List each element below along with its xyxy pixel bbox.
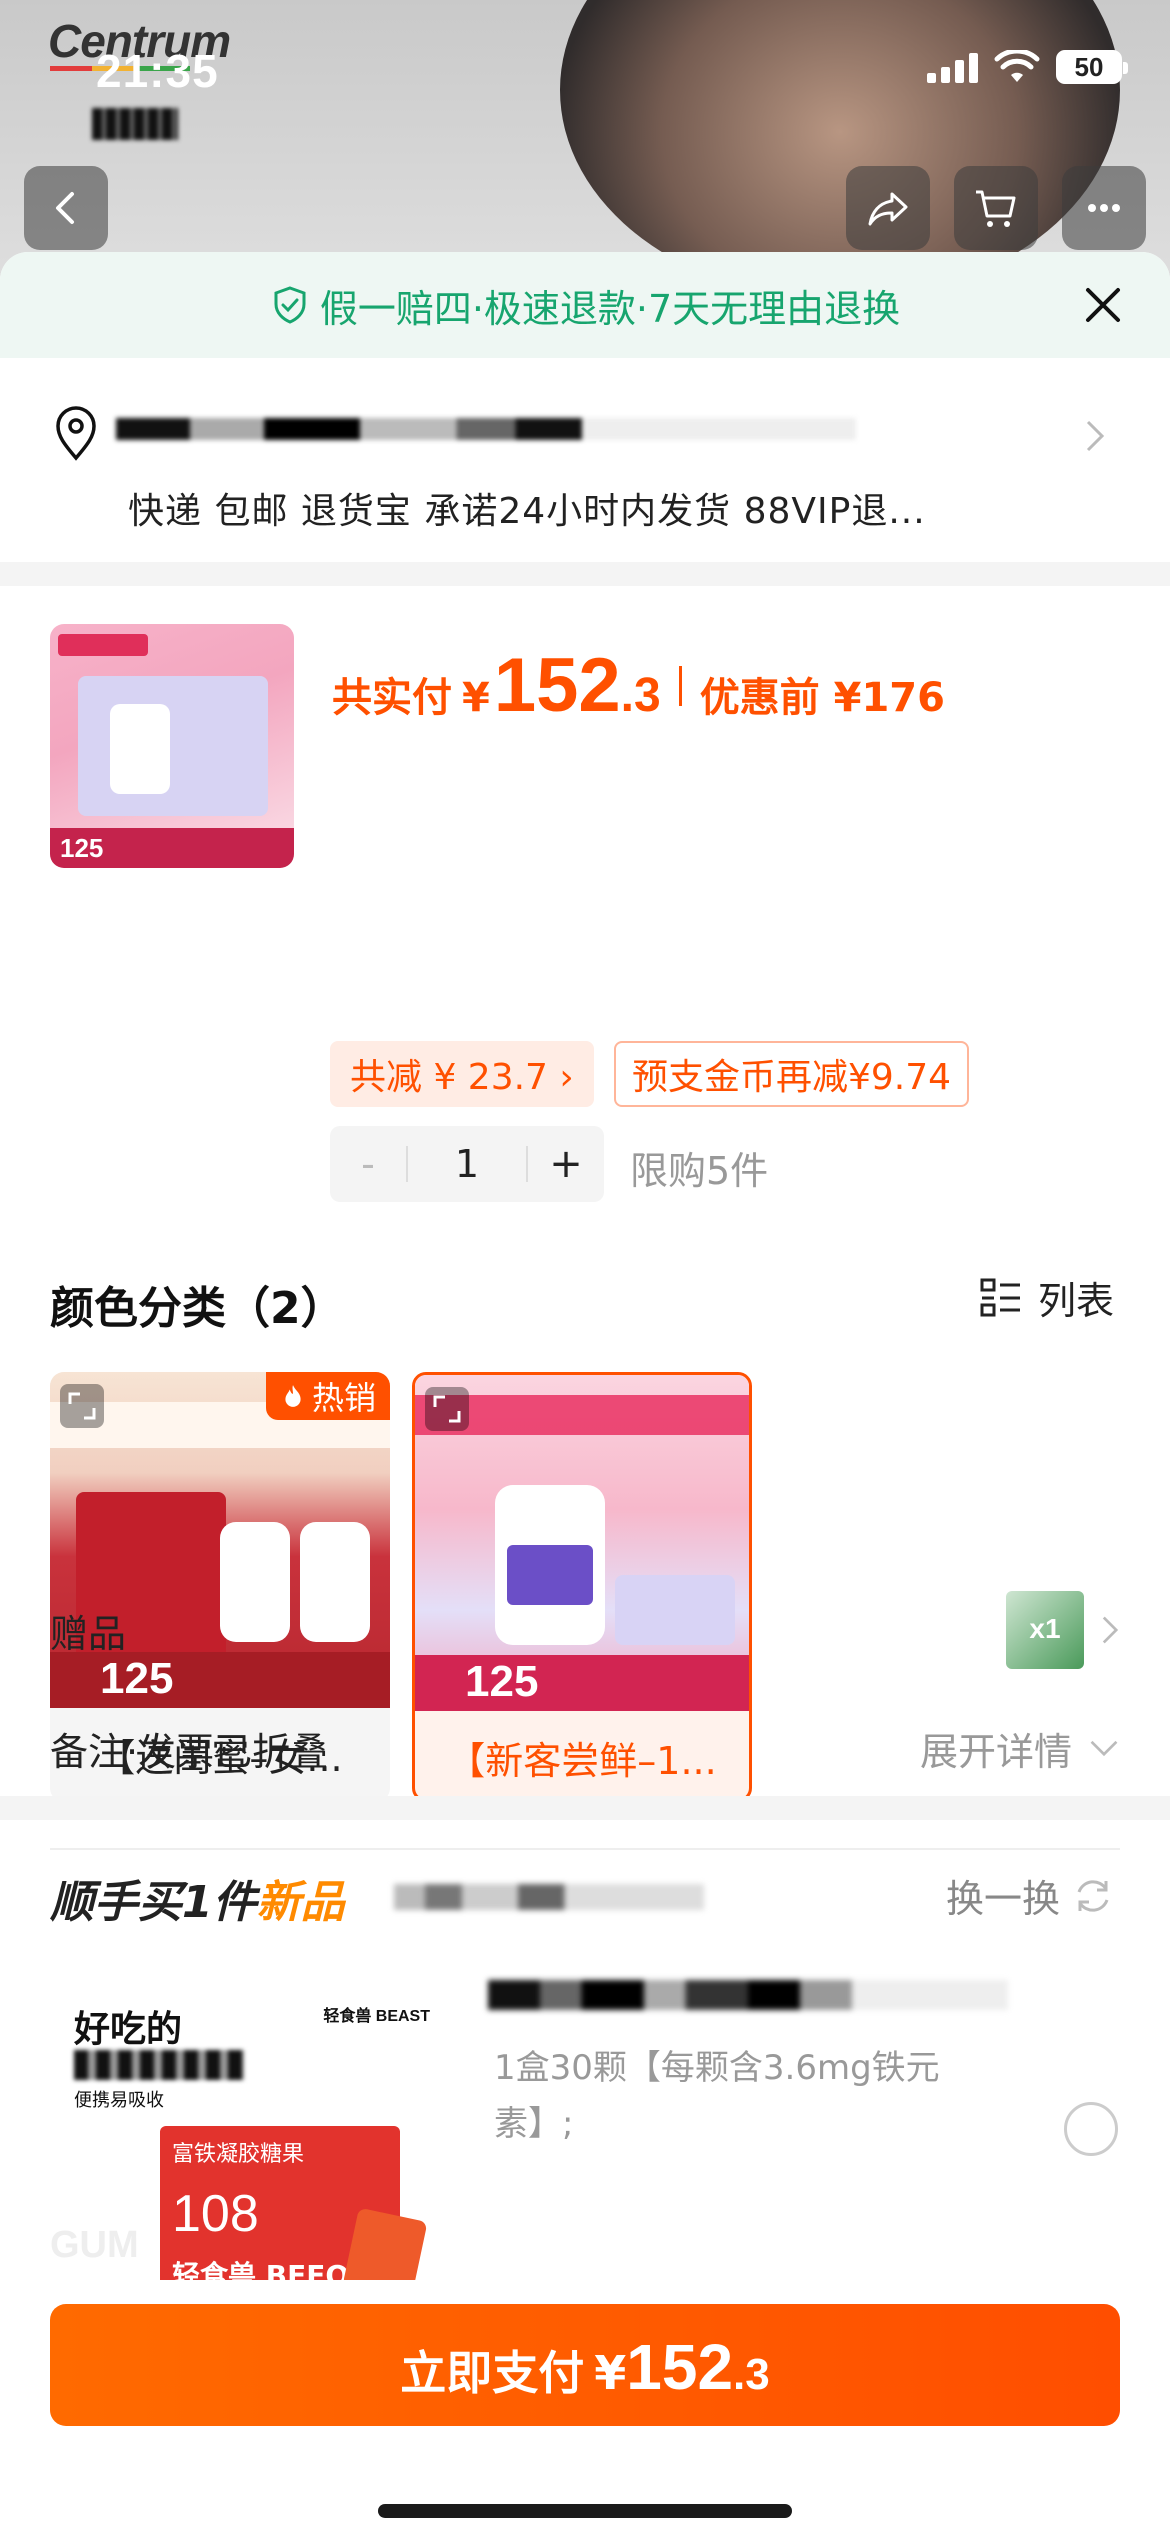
flame-icon [285,1385,301,1407]
back-button[interactable] [24,166,108,250]
increment-button[interactable]: + [528,1141,604,1187]
guarantee-banner: 假一赔四·极速退款·7天无理由退换 [0,252,1170,358]
refresh-icon [1077,1879,1109,1912]
pay-now-button[interactable]: 立即支付 ¥ 152 .3 [50,2304,1120,2426]
total-label: 共实付 [332,675,452,721]
address-section[interactable]: 快递 包邮 退货宝 承诺24小时内发货 88VIP退... [0,358,1170,562]
share-button[interactable] [846,166,930,250]
battery-level: 50 [1074,51,1104,82]
redacted-text [394,1884,704,1910]
expand-icon[interactable] [425,1387,469,1431]
addon-description: 1盒30颗【每颗含3.6mg铁元素】; [494,2048,940,2144]
swap-button[interactable]: 换一换 [946,1868,1114,1923]
redacted-text [92,108,178,140]
hot-badge: 热销 [265,1372,390,1420]
divider [0,1796,1170,1820]
price-integer: 152 [493,643,621,728]
addon-select-radio[interactable] [1064,2102,1118,2156]
more-button[interactable] [1062,166,1146,250]
cart-button[interactable] [954,166,1038,250]
signal-icon [927,51,978,83]
divider [0,562,1170,586]
redacted-product-name [488,1980,1008,2010]
redacted-address [116,418,856,440]
discount-chip[interactable]: 共减 ¥ 23.7 › [330,1041,594,1107]
expand-icon[interactable] [60,1384,104,1428]
status-time: 21:35 [96,45,219,97]
status-icons: 50 [927,48,1128,84]
cart-icon [976,190,1016,227]
battery-icon: 50 [1056,50,1128,84]
list-view-label: 列表 [1037,1279,1114,1323]
notes-row[interactable]: 备注·发票已折叠 展开详情 [50,1708,1120,1788]
redacted-text [74,2050,244,2080]
chevron-down-icon [1090,1740,1118,1757]
addon-section: 顺手买1件新品 换一换 好吃的 便携易吸收 轻食兽 BEAST GUM 富铁凝胶… [0,1820,1170,2360]
decrement-button[interactable]: - [330,1142,406,1186]
order-sheet: 假一赔四·极速退款·7天无理由退换 快递 包邮 退货宝 承诺24小时内发货 88… [0,252,1170,2532]
chevron-left-icon [56,192,74,224]
purchase-limit: 限购5件 [630,1149,769,1193]
gift-thumbnail: x1 [1006,1591,1084,1669]
chevron-right-icon [1086,420,1105,452]
coin-discount-chip[interactable]: 预支金币再减¥9.74 [614,1041,970,1107]
location-pin-icon [56,406,96,461]
guarantee-text: 假一赔四·极速退款·7天无理由退换 [319,286,901,331]
quantity-stepper: - 1 + [330,1126,604,1202]
thumb-price: 125 [60,833,104,863]
original-price: 优惠前 ¥176 [699,675,945,721]
home-indicator [378,2504,792,2518]
list-icon [980,1278,1020,1316]
price-row: 共实付 ¥ 152 .3 优惠前 ¥176 [332,642,945,729]
variant-section-title: 颜色分类（2） [50,1283,345,1334]
expand-details-label: 展开详情 [919,1729,1072,1774]
price-decimal: .3 [620,669,661,722]
price-separator [678,665,682,706]
gift-label: 赠品 [50,1611,127,1656]
notes-label: 备注·发票已折叠 [50,1729,329,1774]
addon-product-image[interactable]: 好吃的 便携易吸收 轻食兽 BEAST GUM 富铁凝胶糖果 108 轻食兽 B… [50,1970,450,2300]
currency-symbol: ¥ [462,675,490,721]
pay-bar: 立即支付 ¥ 152 .3 [0,2280,1170,2532]
gift-row[interactable]: 赠品 x1 [50,1590,1120,1670]
wifi-icon [994,48,1040,84]
close-icon[interactable] [1080,282,1126,328]
more-icon [1088,204,1120,212]
addon-title: 顺手买1件新品 [50,1877,345,1928]
list-view-toggle[interactable]: 列表 [978,1270,1114,1325]
share-icon [868,192,908,226]
chevron-right-icon [1102,1616,1119,1644]
product-thumbnail[interactable]: 125 [50,624,294,868]
delivery-services: 快递 包邮 退货宝 承诺24小时内发货 88VIP退... [128,491,926,532]
quantity-value[interactable]: 1 [408,1142,526,1186]
shield-check-icon [274,286,306,324]
